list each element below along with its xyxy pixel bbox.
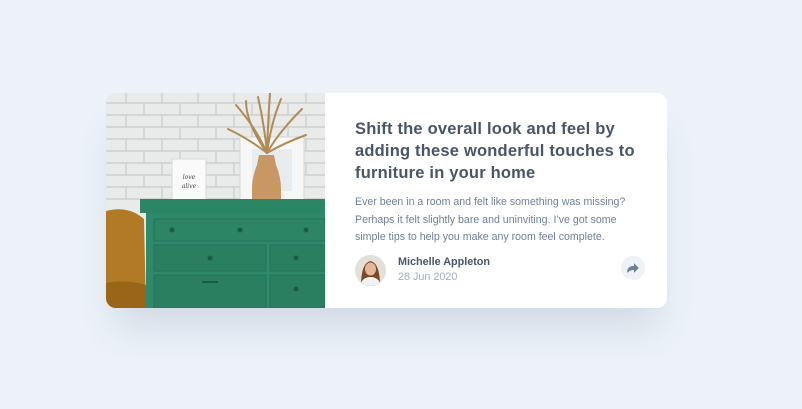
- article-title[interactable]: Shift the overall look and feel by addin…: [355, 118, 640, 184]
- article-content: Shift the overall look and feel by addin…: [325, 93, 667, 308]
- article-description: Ever been in a room and felt like someth…: [355, 196, 626, 243]
- publish-date: 28 Jun 2020: [398, 271, 458, 283]
- svg-text:love: love: [183, 174, 196, 181]
- share-icon: [627, 263, 639, 273]
- author-avatar: [355, 254, 386, 286]
- share-button[interactable]: [621, 256, 645, 280]
- author-name: Michelle Appleton: [398, 256, 490, 268]
- author-meta: Michelle Appleton 28 Jun 2020: [398, 255, 490, 285]
- author-row: Michelle Appleton 28 Jun 2020: [355, 254, 645, 286]
- svg-text:alive: alive: [182, 183, 197, 190]
- article-card: love alive Shift the overall look and fe…: [106, 93, 667, 308]
- drawers-image: love alive: [106, 93, 325, 308]
